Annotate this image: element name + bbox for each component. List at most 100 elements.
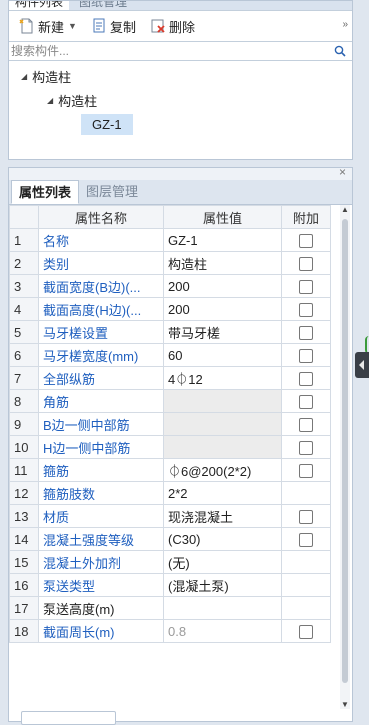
extra-cell [281,274,331,298]
extra-checkbox[interactable] [299,417,313,432]
table-row[interactable]: 15 混凝土外加剂 (无) [9,550,343,574]
table-row[interactable]: 4 截面高度(H边)(... 200 [9,297,343,321]
close-icon[interactable]: × [339,165,346,179]
row-index: 12 [9,481,39,505]
extra-checkbox[interactable] [299,279,313,294]
dropdown-caret-icon[interactable]: ▼ [68,21,77,31]
delete-button[interactable]: 删除 [146,15,199,37]
search-icon[interactable] [334,45,346,57]
footer-button[interactable] [21,711,116,725]
extra-checkbox[interactable] [299,463,313,478]
new-button[interactable]: 新建 ▼ [15,15,81,37]
table-row[interactable]: 17 泵送高度(m) [9,596,343,620]
property-value[interactable]: 构造柱 [163,251,282,275]
property-value[interactable] [163,596,282,620]
tab-layer-management[interactable]: 图层管理 [79,180,145,204]
property-value[interactable]: 带马牙槎 [163,320,282,344]
extra-checkbox[interactable] [299,233,313,248]
tab-drawing-management[interactable]: 图纸管理 [73,1,133,10]
property-value[interactable]: 200 [163,274,282,298]
copy-button[interactable]: 复制 [87,15,140,37]
property-name: 混凝土外加剂 [38,550,164,574]
search-input[interactable] [9,42,309,60]
column-header-extra[interactable]: 附加 [281,205,331,229]
property-name: H边一侧中部筋 [38,435,164,459]
extra-cell [281,527,331,551]
property-name: 材质 [38,504,164,528]
collapse-handle[interactable] [355,352,369,378]
table-row[interactable]: 5 马牙槎设置 带马牙槎 [9,320,343,344]
toolbar-overflow-icon[interactable]: » [342,19,347,30]
property-value[interactable]: 4⏀12 [163,366,282,390]
extra-checkbox[interactable] [299,394,313,409]
row-index: 11 [9,458,39,482]
table-row[interactable]: 13 材质 现浇混凝土 [9,504,343,528]
row-index: 4 [9,297,39,321]
table-row[interactable]: 14 混凝土强度等级 (C30) [9,527,343,551]
extra-checkbox[interactable] [299,440,313,455]
extra-checkbox[interactable] [299,325,313,340]
property-value[interactable]: ⏀6@200(2*2) [163,458,282,482]
top-tab-strip: 构件列表 图纸管理 [9,1,352,11]
column-header-name[interactable]: 属性名称 [38,205,164,229]
property-name: 角筋 [38,389,164,413]
property-value[interactable]: (混凝土泵) [163,573,282,597]
vertical-scrollbar[interactable]: ▲ ▼ [340,205,350,709]
table-row[interactable]: 9 B边一侧中部筋 [9,412,343,436]
extra-checkbox[interactable] [299,509,313,524]
table-row[interactable]: 10 H边一侧中部筋 [9,435,343,459]
scroll-down-icon[interactable]: ▼ [341,700,349,709]
extra-checkbox[interactable] [299,624,313,639]
scroll-thumb[interactable] [342,219,348,683]
table-row[interactable]: 16 泵送类型 (混凝土泵) [9,573,343,597]
extra-checkbox[interactable] [299,532,313,547]
component-toolbar: 新建 ▼ 复制 删除 » [9,11,352,41]
property-name: 混凝土强度等级 [38,527,164,551]
expanded-arrow-icon[interactable]: ◢ [21,72,27,81]
component-list-panel: 构件列表 图纸管理 新建 ▼ 复制 删除 » 搜索构件... ◢ 构造柱 ◢ 构… [8,0,353,160]
tab-component-list[interactable]: 构件列表 [9,1,70,10]
extra-checkbox[interactable] [299,302,313,317]
table-row[interactable]: 7 全部纵筋 4⏀12 [9,366,343,390]
property-value[interactable]: 60 [163,343,282,367]
row-index: 3 [9,274,39,298]
tree-node-leaf[interactable]: GZ-1 [9,112,352,136]
property-value[interactable]: (无) [163,550,282,574]
table-row[interactable]: 12 箍筋肢数 2*2 [9,481,343,505]
property-table: 属性名称 属性值 附加 1 名称 GZ-1 2 类别 构造柱 3 截面宽度(B边)(... 20… [9,205,343,643]
row-index: 1 [9,228,39,252]
property-list-panel: × 属性列表 图层管理 属性名称 属性值 附加 1 名称 GZ-1 2 类别 构造柱 3 截面… [8,165,353,725]
property-value[interactable]: 现浇混凝土 [163,504,282,528]
property-value[interactable] [163,435,282,459]
property-value[interactable] [163,412,282,436]
table-row[interactable]: 11 箍筋 ⏀6@200(2*2) [9,458,343,482]
row-index: 6 [9,343,39,367]
property-value[interactable] [163,389,282,413]
tree-node-child[interactable]: ◢ 构造柱 [9,88,352,112]
table-row[interactable]: 1 名称 GZ-1 [9,228,343,252]
column-header-value[interactable]: 属性值 [163,205,282,229]
property-name: B边一侧中部筋 [38,412,164,436]
property-value[interactable]: 0.8 [163,619,282,643]
extra-checkbox[interactable] [299,371,313,386]
scroll-up-icon[interactable]: ▲ [341,205,349,214]
property-value[interactable]: (C30) [163,527,282,551]
extra-cell [281,366,331,390]
row-index: 16 [9,573,39,597]
table-header-row: 属性名称 属性值 附加 [9,205,343,229]
table-row[interactable]: 8 角筋 [9,389,343,413]
table-row[interactable]: 2 类别 构造柱 [9,251,343,275]
property-value[interactable]: 2*2 [163,481,282,505]
extra-cell [281,504,331,528]
extra-checkbox[interactable] [299,348,313,363]
tree-node-root[interactable]: ◢ 构造柱 [9,64,352,88]
row-index: 10 [9,435,39,459]
table-row[interactable]: 3 截面宽度(B边)(... 200 [9,274,343,298]
property-value[interactable]: 200 [163,297,282,321]
tab-property-list[interactable]: 属性列表 [11,180,80,204]
extra-checkbox[interactable] [299,256,313,271]
table-row[interactable]: 6 马牙槎宽度(mm) 60 [9,343,343,367]
table-row[interactable]: 18 截面周长(m) 0.8 [9,619,343,643]
expanded-arrow-icon[interactable]: ◢ [47,96,53,105]
property-value[interactable]: GZ-1 [163,228,282,252]
